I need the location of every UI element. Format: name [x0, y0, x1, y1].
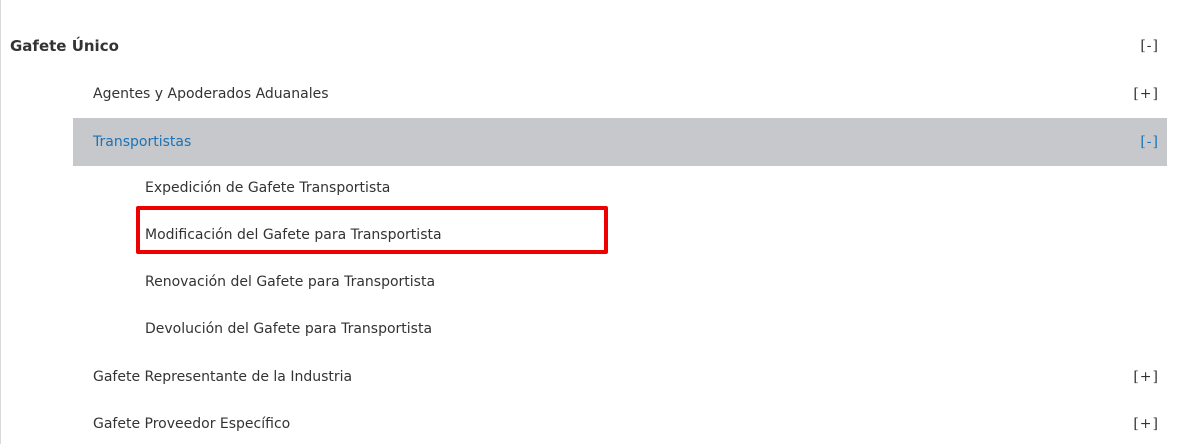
expand-toggle[interactable]: [+] [1133, 86, 1159, 102]
submenu-item-label: Renovación del Gafete para Transportista [145, 274, 436, 290]
submenu-item-renovacion[interactable]: Renovación del Gafete para Transportista [145, 259, 1167, 305]
submenu-item-devolucion[interactable]: Devolución del Gafete para Transportista [145, 306, 1167, 352]
expand-toggle[interactable]: [+] [1133, 369, 1159, 385]
menu-item-agentes-apoderados[interactable]: Agentes y Apoderados Aduanales [+] [73, 70, 1167, 118]
menu-item-transportistas[interactable]: Transportistas [-] [73, 118, 1167, 166]
menu-item-representante-industria[interactable]: Gafete Representante de la Industria [+] [73, 353, 1167, 401]
submenu-item-expedicion[interactable]: Expedición de Gafete Transportista [145, 165, 1167, 211]
submenu-item-label: Devolución del Gafete para Transportista [145, 321, 433, 337]
menu-item-proveedor-especifico[interactable]: Gafete Proveedor Específico [+] [73, 400, 1167, 448]
submenu-item-modificacion[interactable]: Modificación del Gafete para Transportis… [145, 212, 1167, 258]
expand-toggle[interactable]: [+] [1133, 416, 1159, 432]
menu-item-label: Gafete Proveedor Específico [93, 416, 291, 432]
menu-item-label: Agentes y Apoderados Aduanales [93, 86, 329, 102]
submenu-item-label: Modificación del Gafete para Transportis… [145, 227, 442, 243]
collapse-toggle[interactable]: [-] [1140, 38, 1159, 54]
menu-item-label: Gafete Representante de la Industria [93, 369, 353, 385]
menu-item-label: Transportistas [93, 134, 192, 150]
submenu-item-label: Expedición de Gafete Transportista [145, 180, 391, 196]
menu-section-label: Gafete Único [10, 37, 119, 55]
menu-section-gafete-unico[interactable]: Gafete Único [-] [0, 22, 1177, 70]
collapse-toggle[interactable]: [-] [1140, 134, 1159, 150]
